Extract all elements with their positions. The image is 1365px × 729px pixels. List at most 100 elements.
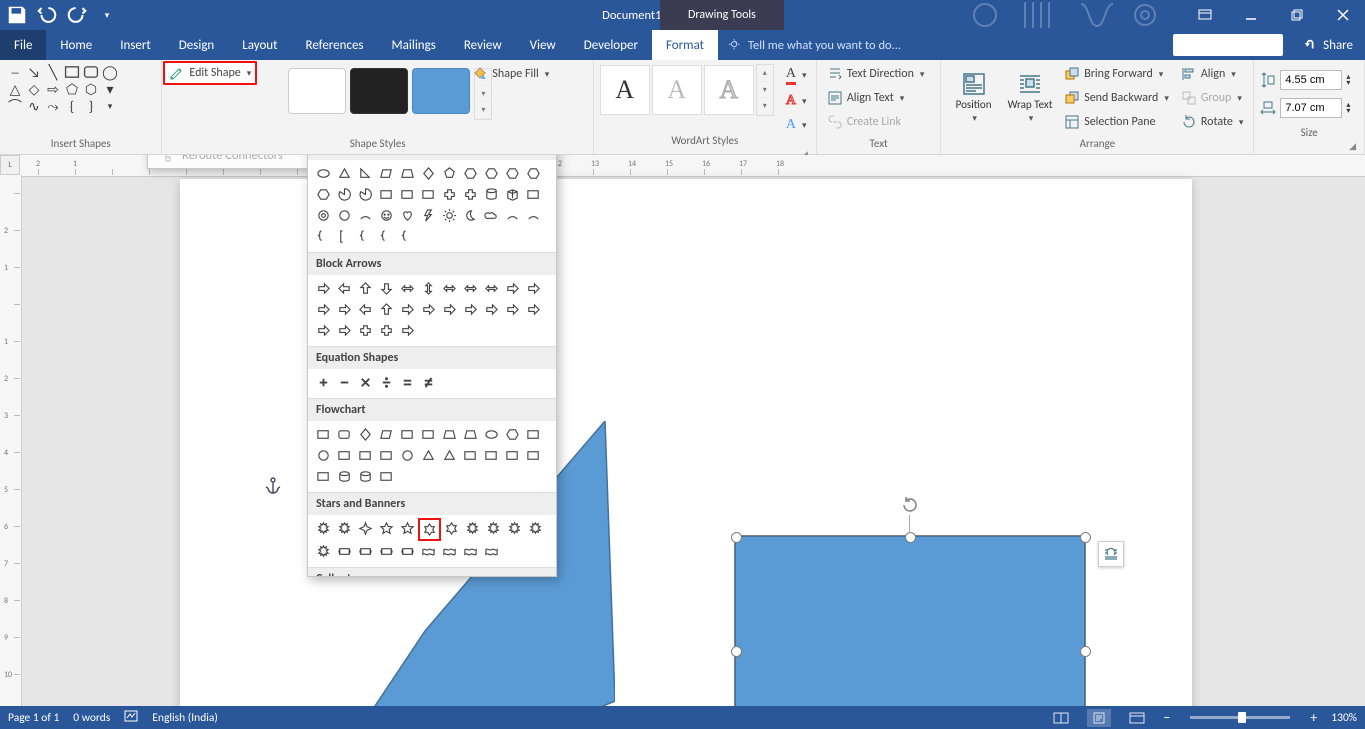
shape-trap[interactable] <box>397 163 418 184</box>
shape-pie[interactable] <box>334 184 355 205</box>
shape-cloud[interactable] <box>481 205 502 226</box>
shape-rrect[interactable] <box>334 424 355 445</box>
shape-arrR[interactable] <box>313 320 334 341</box>
resize-handle-w[interactable] <box>731 646 742 657</box>
shape-hex[interactable] <box>481 163 502 184</box>
tab-layout[interactable]: Layout <box>228 30 291 60</box>
shape-eq_minus[interactable] <box>334 372 355 393</box>
shape-rect[interactable] <box>523 184 544 205</box>
shape-diam[interactable] <box>418 163 439 184</box>
shape-arrR[interactable] <box>334 299 355 320</box>
shape-rect[interactable] <box>523 445 544 466</box>
shape-eq_plus[interactable] <box>313 372 334 393</box>
resize-handle-e[interactable] <box>1080 646 1091 657</box>
text-fill-icon[interactable]: A▾ <box>782 64 811 87</box>
status-words[interactable]: 0 words <box>73 711 110 725</box>
qat-customize-icon[interactable]: ▾ <box>96 4 118 26</box>
shape-arrR[interactable] <box>313 299 334 320</box>
text-direction-button[interactable]: Text Direction▾ <box>823 64 929 84</box>
shape-hex[interactable] <box>523 163 544 184</box>
shape-arrU[interactable] <box>376 299 397 320</box>
shape-arrUD[interactable] <box>418 278 439 299</box>
tab-mailings[interactable]: Mailings <box>378 30 450 60</box>
shape-arc[interactable] <box>502 205 523 226</box>
shape-rect[interactable] <box>397 184 418 205</box>
shape-brace[interactable] <box>313 226 334 247</box>
qat-save-icon[interactable] <box>6 4 28 26</box>
shape-arrLR[interactable] <box>460 278 481 299</box>
shape-cylinder[interactable] <box>481 184 502 205</box>
shape-rect[interactable] <box>502 445 523 466</box>
shape-eq_div[interactable] <box>376 372 397 393</box>
shape-plus[interactable] <box>460 184 481 205</box>
shape-wave[interactable] <box>418 541 439 562</box>
shape-plus[interactable] <box>439 184 460 205</box>
shape-wave[interactable] <box>481 541 502 562</box>
selection-pane-button[interactable]: Selection Pane <box>1060 112 1173 132</box>
shape-burst[interactable] <box>462 518 483 539</box>
shape-arrR[interactable] <box>418 299 439 320</box>
shape-plus[interactable] <box>376 320 397 341</box>
shape-rect[interactable] <box>334 445 355 466</box>
tab-insert[interactable]: Insert <box>106 30 165 60</box>
tab-design[interactable]: Design <box>165 30 228 60</box>
shape-burst[interactable] <box>504 518 525 539</box>
shape-arrL[interactable] <box>334 278 355 299</box>
shape-trap[interactable] <box>439 424 460 445</box>
shape-rect[interactable] <box>376 445 397 466</box>
shape-rect[interactable] <box>460 445 481 466</box>
shape-eq_eq[interactable] <box>397 372 418 393</box>
tab-format[interactable]: Format <box>652 30 718 60</box>
shape-arrLR[interactable] <box>397 278 418 299</box>
shape-eq_mult[interactable] <box>355 372 376 393</box>
zoom-in-icon[interactable]: + <box>1310 709 1317 726</box>
send-backward-button[interactable]: Send Backward▾ <box>1060 88 1173 108</box>
shape-width-value[interactable] <box>1280 98 1342 118</box>
shape-plus[interactable] <box>355 320 376 341</box>
shape-para[interactable] <box>376 424 397 445</box>
shape-arrR[interactable] <box>397 320 418 341</box>
shape-hex[interactable] <box>460 163 481 184</box>
resize-handle-ne[interactable] <box>1080 532 1091 543</box>
shape-tri[interactable] <box>439 445 460 466</box>
shape-arc[interactable] <box>523 205 544 226</box>
shape-rect[interactable] <box>523 424 544 445</box>
tab-home[interactable]: Home <box>46 30 106 60</box>
tab-references[interactable]: References <box>292 30 378 60</box>
shape-donut[interactable] <box>313 205 334 226</box>
shape-banner[interactable] <box>355 541 376 562</box>
selected-rectangle-shape[interactable] <box>735 536 1085 706</box>
resize-handle-nw[interactable] <box>731 532 742 543</box>
picker-equation-grid[interactable] <box>308 369 556 398</box>
shape-arrU[interactable] <box>355 278 376 299</box>
picker-stars-grid[interactable] <box>308 515 556 567</box>
shape-arrLR[interactable] <box>481 278 502 299</box>
align-text-button[interactable]: Align Text▾ <box>823 88 929 108</box>
shape-height-value[interactable] <box>1280 70 1342 90</box>
shape-arc[interactable] <box>355 205 376 226</box>
shape-can[interactable] <box>334 466 355 487</box>
text-outline-icon[interactable]: A▾ <box>782 91 811 111</box>
position-button[interactable]: Position▾ <box>947 64 999 132</box>
shape-arrD[interactable] <box>376 278 397 299</box>
tell-me-search[interactable]: Tell me what you want to do... <box>718 30 1173 60</box>
shape-wave[interactable] <box>460 541 481 562</box>
shape-bracket[interactable] <box>334 226 355 247</box>
minimize-icon[interactable] <box>1229 0 1273 30</box>
shape-height-input[interactable]: ▴▾ <box>1260 70 1350 90</box>
shape-rtri[interactable] <box>355 163 376 184</box>
shape-oval[interactable] <box>481 424 502 445</box>
shapes-gallery-mini[interactable]: ─↘╲◯ △◇⇨⬠⬡▾ ⌒∿⤳{}▾ <box>6 64 119 114</box>
shape-arrR[interactable] <box>481 299 502 320</box>
shape-wave[interactable] <box>439 541 460 562</box>
shape-burst[interactable] <box>313 541 334 562</box>
rotate-handle-icon[interactable] <box>900 495 920 515</box>
shape-pent[interactable] <box>439 163 460 184</box>
qat-redo-icon[interactable] <box>66 4 88 26</box>
shape-brace[interactable] <box>376 226 397 247</box>
shape-rect[interactable] <box>418 424 439 445</box>
shape-banner[interactable] <box>376 541 397 562</box>
shape-diam[interactable] <box>355 424 376 445</box>
shape-fill-button[interactable]: Shape Fill▾ <box>468 64 553 84</box>
view-read-mode-icon[interactable] <box>1049 709 1073 727</box>
